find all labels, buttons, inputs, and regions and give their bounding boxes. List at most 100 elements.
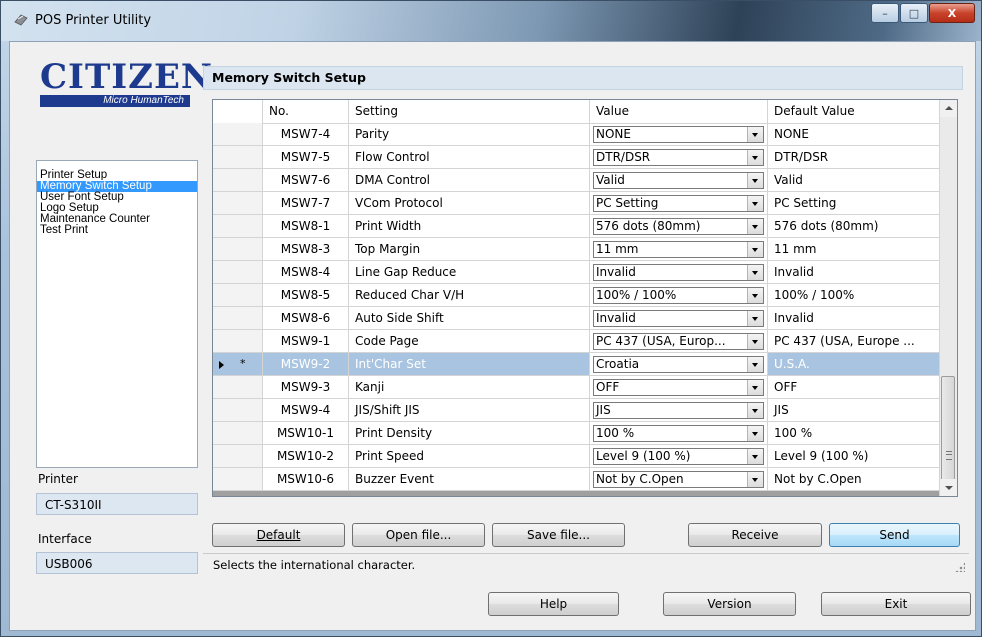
dropdown-arrow-icon[interactable]: [747, 334, 763, 349]
table-row[interactable]: MSW9-1 Code Page PC 437 (USA, Europ... PC 4…: [213, 330, 941, 353]
dropdown-arrow-icon[interactable]: [747, 403, 763, 418]
default-button[interactable]: Default: [212, 523, 345, 547]
vertical-scrollbar[interactable]: [939, 100, 957, 496]
value-dropdown[interactable]: NONE: [593, 126, 764, 143]
row-selector[interactable]: [213, 376, 263, 399]
dropdown-arrow-icon[interactable]: [747, 472, 763, 487]
default-button-label: Default: [256, 528, 301, 542]
row-selector[interactable]: [213, 307, 263, 330]
dropdown-arrow-icon[interactable]: [747, 357, 763, 372]
close-button[interactable]: X: [929, 3, 975, 23]
row-selector[interactable]: [213, 422, 263, 445]
receive-button[interactable]: Receive: [688, 523, 822, 547]
value-dropdown[interactable]: DTR/DSR: [593, 149, 764, 166]
table-row[interactable]: MSW7-5 Flow Control DTR/DSR DTR/DSR: [213, 146, 941, 169]
dropdown-arrow-icon[interactable]: [747, 311, 763, 326]
value-cell: Invalid: [590, 261, 768, 284]
row-selector[interactable]: [213, 261, 263, 284]
open-file-button[interactable]: Open file...: [352, 523, 485, 547]
column-header-default[interactable]: Default Value: [768, 100, 941, 123]
table-row[interactable]: MSW9-4 JIS/Shift JIS JIS JIS: [213, 399, 941, 422]
scroll-down-arrow-icon[interactable]: [940, 479, 957, 496]
save-file-button[interactable]: Save file...: [492, 523, 625, 547]
exit-button[interactable]: Exit: [821, 592, 971, 616]
dropdown-arrow-icon[interactable]: [747, 380, 763, 395]
table-row[interactable]: MSW7-4 Parity NONE NONE: [213, 123, 941, 146]
column-header-value[interactable]: Value: [590, 100, 768, 123]
dropdown-arrow-icon[interactable]: [747, 265, 763, 280]
row-selector[interactable]: [213, 445, 263, 468]
row-selector[interactable]: [213, 169, 263, 192]
version-button[interactable]: Version: [663, 592, 796, 616]
table-row[interactable]: MSW9-3 Kanji OFF OFF: [213, 376, 941, 399]
maximize-button[interactable]: □: [900, 3, 928, 23]
value-cell: Valid: [590, 169, 768, 192]
row-selector[interactable]: [213, 284, 263, 307]
nav-item-test-print[interactable]: Test Print: [37, 224, 197, 236]
value-dropdown[interactable]: JIS: [593, 402, 764, 419]
value-dropdown[interactable]: Valid: [593, 172, 764, 189]
row-selector[interactable]: [213, 399, 263, 422]
dropdown-arrow-icon[interactable]: [747, 173, 763, 188]
send-button[interactable]: Send: [829, 523, 960, 547]
row-selector[interactable]: [213, 123, 263, 146]
value-dropdown[interactable]: Invalid: [593, 310, 764, 327]
table-row[interactable]: MSW8-4 Line Gap Reduce Invalid Invalid: [213, 261, 941, 284]
dropdown-arrow-icon[interactable]: [747, 449, 763, 464]
value-dropdown[interactable]: 100% / 100%: [593, 287, 764, 304]
value-dropdown[interactable]: Invalid: [593, 264, 764, 281]
dropdown-arrow-icon[interactable]: [747, 426, 763, 441]
setting-name: Print Width: [349, 215, 590, 238]
row-selector[interactable]: [213, 192, 263, 215]
column-header-setting[interactable]: Setting: [349, 100, 590, 123]
table-row[interactable]: MSW10-6 Buzzer Event Not by C.Open Not by C…: [213, 468, 941, 491]
navigation-list[interactable]: Printer Setup Memory Switch Setup User Fon…: [36, 160, 198, 468]
dropdown-arrow-icon[interactable]: [747, 242, 763, 257]
value-dropdown-text: Croatia: [596, 357, 640, 371]
value-dropdown-text: 100 %: [596, 426, 635, 440]
value-dropdown[interactable]: 576 dots (80mm): [593, 218, 764, 235]
value-dropdown[interactable]: Not by C.Open: [593, 471, 764, 488]
title-bar[interactable]: POS Printer Utility – □ X: [1, 1, 981, 41]
dropdown-arrow-icon[interactable]: [747, 288, 763, 303]
table-row[interactable]: MSW10-1 Print Density 100 % 100 %: [213, 422, 941, 445]
dropdown-arrow-icon[interactable]: [747, 127, 763, 142]
value-dropdown[interactable]: 11 mm: [593, 241, 764, 258]
value-dropdown[interactable]: 100 %: [593, 425, 764, 442]
window-title: POS Printer Utility: [35, 13, 152, 28]
row-selector[interactable]: [213, 238, 263, 261]
table-row[interactable]: MSW8-3 Top Margin 11 mm 11 mm: [213, 238, 941, 261]
row-selector[interactable]: [213, 215, 263, 238]
dropdown-arrow-icon[interactable]: [747, 196, 763, 211]
column-header-no[interactable]: No.: [263, 100, 349, 123]
scroll-up-arrow-icon[interactable]: [940, 100, 957, 117]
switch-number: MSW10-6: [263, 468, 349, 491]
table-row[interactable]: MSW8-5 Reduced Char V/H 100% / 100% 100% / …: [213, 284, 941, 307]
value-dropdown[interactable]: Croatia: [593, 356, 764, 373]
switch-number: MSW8-6: [263, 307, 349, 330]
row-selector[interactable]: [213, 146, 263, 169]
grid-empty-area: [213, 491, 941, 496]
value-dropdown[interactable]: Level 9 (100 %): [593, 448, 764, 465]
default-value: Invalid: [768, 261, 941, 284]
table-row[interactable]: MSW7-6 DMA Control Valid Valid: [213, 169, 941, 192]
table-row[interactable]: MSW10-2 Print Speed Level 9 (100 %) Level 9…: [213, 445, 941, 468]
table-row[interactable]: * MSW9-2 Int'Char Set Croatia U.S.A.: [213, 353, 941, 376]
resize-grip-icon[interactable]: [955, 562, 965, 572]
value-dropdown[interactable]: PC 437 (USA, Europ...: [593, 333, 764, 350]
value-dropdown-text: Valid: [596, 173, 625, 187]
row-selector[interactable]: [213, 468, 263, 491]
table-row[interactable]: MSW7-7 VCom Protocol PC Setting PC Setting: [213, 192, 941, 215]
memory-switch-grid[interactable]: No. Setting Value Default Value MSW7-4 Pa…: [212, 99, 958, 497]
value-dropdown[interactable]: PC Setting: [593, 195, 764, 212]
dropdown-arrow-icon[interactable]: [747, 150, 763, 165]
dropdown-arrow-icon[interactable]: [747, 219, 763, 234]
row-selector[interactable]: *: [213, 353, 263, 376]
minimize-button[interactable]: –: [871, 3, 899, 23]
row-selector[interactable]: [213, 330, 263, 353]
table-row[interactable]: MSW8-6 Auto Side Shift Invalid Invalid: [213, 307, 941, 330]
help-button[interactable]: Help: [488, 592, 619, 616]
default-value: 11 mm: [768, 238, 941, 261]
table-row[interactable]: MSW8-1 Print Width 576 dots (80mm) 576 dots…: [213, 215, 941, 238]
value-dropdown[interactable]: OFF: [593, 379, 764, 396]
